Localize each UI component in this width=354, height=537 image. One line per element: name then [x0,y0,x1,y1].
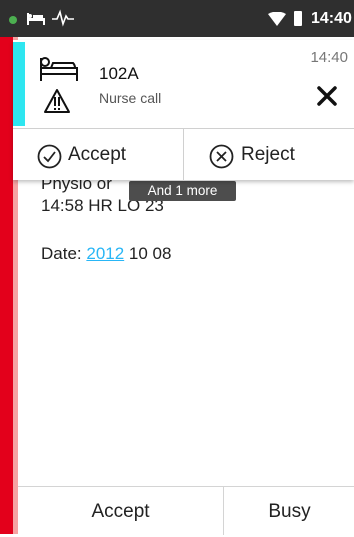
more-notifications-toast: And 1 more [129,181,236,201]
pulse-icon [52,9,74,32]
accept-label: Accept [68,144,127,165]
notification-dot-icon [9,16,17,24]
alarm-border [0,37,13,534]
wifi-icon [268,11,286,31]
notification-time: 14:40 [310,49,348,66]
notification-accent [13,42,25,126]
bottom-accept-button[interactable]: Accept [18,487,223,535]
check-circle-icon [37,144,62,174]
bed-icon [26,10,46,31]
close-icon[interactable] [315,84,339,108]
bed-icon [39,54,79,87]
bottom-busy-button[interactable]: Busy [223,487,354,535]
bottom-action-bar: Accept Busy [18,486,354,535]
accept-button[interactable]: Accept [13,129,183,181]
date-rest: 10 08 [124,244,172,263]
date-year-link[interactable]: 2012 [86,244,124,263]
battery-icon [294,11,302,26]
notification-actions: Accept Reject [13,128,354,181]
notification-room: 102A [99,64,139,83]
date-label: Date: [41,244,87,263]
warning-icon [43,88,71,119]
notification-subtitle: Nurse call [99,90,162,106]
status-bar: 14:40 [0,0,354,37]
alarm-date: Date: 2012 10 08 [41,244,171,264]
status-time: 14:40 [311,10,352,27]
cross-circle-icon [209,144,234,174]
reject-label: Reject [241,144,295,165]
notification-card[interactable]: 102A Nurse call 14:40 Accept Reject [13,40,354,181]
reject-button[interactable]: Reject [183,129,354,181]
